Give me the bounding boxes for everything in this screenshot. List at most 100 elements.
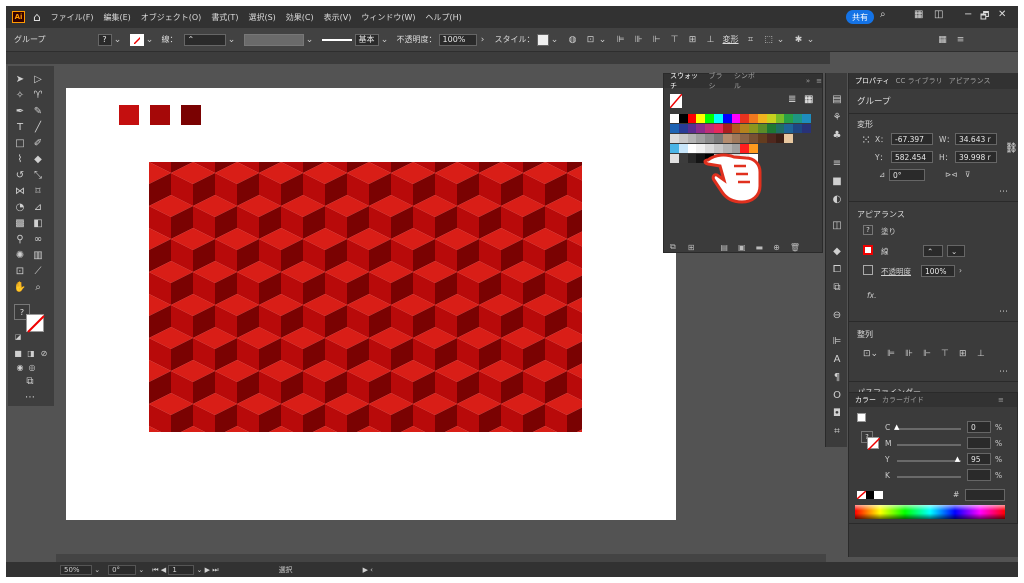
recolor-icon[interactable]: ◍ [567,34,579,46]
swatch-cell[interactable] [784,124,794,133]
opacity-input[interactable]: 100% › [438,33,489,46]
swatch-cell[interactable] [740,124,750,133]
align-to-icon[interactable]: ⊡⌄ [585,34,609,46]
image-trace-icon[interactable]: ◫ [831,219,843,231]
swatch-cell[interactable] [793,124,803,133]
rotation-dropdown[interactable]: 0° ⌄ [108,564,144,575]
swatch-cell[interactable] [731,114,741,123]
blend-tool-icon[interactable]: ∞ [30,232,46,246]
stroke-weight-input[interactable]: ⌃ ⌄ [183,33,238,46]
hand-tool-icon[interactable]: ✋ [12,280,28,294]
panel-menu-icon[interactable]: ≡ [955,34,967,46]
magic-wand-tool-icon[interactable]: ✧ [12,88,28,102]
channel-slider[interactable] [897,460,961,462]
swatch-cell[interactable] [687,144,697,153]
shape-builder-tool-icon[interactable]: ◔ [12,200,28,214]
share-button[interactable]: 共有 [846,10,874,24]
mesh-tool-icon[interactable]: ▩ [12,216,28,230]
align-panel-icon[interactable]: ⊫ [831,335,843,347]
h-input[interactable]: 39.998 r [955,151,997,163]
swatch-cell[interactable] [670,124,679,133]
opacity-input[interactable]: 100% [921,265,955,277]
swatch-fill-stroke-icon[interactable] [669,93,683,109]
swatch-cell[interactable] [670,144,679,153]
align-center-icon[interactable]: ⊪ [633,34,645,46]
swatch-cell[interactable] [775,124,785,133]
reference-point-icon[interactable]: ⁙ [861,133,871,147]
stroke-weight-stepper[interactable]: ⌃ [923,245,943,257]
opacity-chevron-icon[interactable]: › [959,266,962,275]
swatch-cell[interactable] [766,124,776,133]
panel-menu-icon[interactable]: ≡ [998,396,1004,404]
swatch-cell[interactable] [687,124,697,133]
line-tool-icon[interactable]: ╱ [30,120,46,134]
menu-file[interactable]: ファイル(F) [51,12,94,23]
more-options-icon[interactable]: ⋯ [999,367,1008,377]
swatch-cell[interactable] [722,124,732,133]
swatch-cell[interactable] [670,154,679,163]
stroke-weight-dropdown[interactable]: ⌄ [947,245,965,257]
stroke-color-icon[interactable] [26,314,45,333]
none-mode-icon[interactable]: ⊘ [36,346,52,360]
swatch-cell[interactable] [775,134,785,143]
swatch-cell[interactable] [696,124,706,133]
constrain-proportions-icon[interactable]: ⛓ [1005,143,1018,154]
isolate-icon[interactable]: ⌗ [745,34,757,46]
tab-brushes[interactable]: ブラシ [708,71,727,91]
asset-export-icon[interactable]: ⧉ [831,281,843,293]
tab-swatches[interactable]: スウォッチ [670,71,702,91]
draw-behind-icon[interactable]: ◎ [24,360,40,374]
y-input[interactable]: 582.454 [891,151,933,163]
align-top-icon[interactable]: ⊤ [669,34,681,46]
gradient-tool-icon[interactable]: ◧ [30,216,46,230]
swatch-cell[interactable] [714,134,723,143]
cube-pattern[interactable] [149,162,582,432]
arrange-icon[interactable]: ▦ [937,34,949,46]
swatch-cell[interactable] [687,134,697,143]
color-spectrum[interactable] [855,505,1005,519]
channel-value[interactable] [967,437,991,449]
swatch-cell[interactable] [678,134,688,143]
brushes-icon[interactable]: ⚘ [831,111,843,123]
default-colors-icon[interactable]: ◪ [10,330,26,344]
channel-slider-thumb[interactable]: ▲ [894,423,899,431]
slice-tool-icon[interactable]: ⟋ [30,264,46,278]
screen-mode-icon[interactable]: ⧉ [22,374,38,388]
new-swatch-icon[interactable]: ⊕ [773,243,780,252]
channel-slider[interactable] [897,444,961,446]
swatch-cell[interactable] [670,134,679,143]
list-view-icon[interactable]: ≣ [788,94,796,105]
channel-value[interactable]: 95 [967,453,991,465]
swatch-cell[interactable] [670,114,679,123]
restore-button[interactable]: 🗗 [980,9,989,26]
eraser-tool-icon[interactable]: ◆ [30,152,46,166]
paintbrush-tool-icon[interactable]: ✐ [30,136,46,150]
swatch-libraries-icon[interactable]: ⧉ [670,242,676,252]
swatch-cell[interactable] [802,114,811,123]
new-folder-icon[interactable]: ▬ [756,243,764,252]
horizontal-scrollbar[interactable] [56,554,826,562]
rotate-tool-icon[interactable]: ↺ [12,168,28,182]
transform-panel-icon[interactable]: ⌗ [831,425,843,437]
color-group-icon[interactable]: ▣ [738,243,746,252]
swatch-cell[interactable] [802,124,811,133]
lasso-tool-icon[interactable]: ♈ [30,88,46,102]
swatch-cell[interactable] [784,134,794,143]
more-options-icon[interactable]: ⋯ [999,307,1008,317]
shaper-tool-icon[interactable]: ⌇ [12,152,28,166]
tab-color-guide[interactable]: カラーガイド [882,395,924,405]
minimize-button[interactable]: − [964,9,972,20]
swatch-cell[interactable] [758,124,767,133]
eyedropper-tool-icon[interactable]: ⚲ [12,232,28,246]
selection-tool-icon[interactable]: ➤ [12,72,28,86]
swatch-cell[interactable] [793,114,803,123]
direct-selection-tool-icon[interactable]: ▷ [30,72,46,86]
pen-tool-icon[interactable]: ✒ [12,104,28,118]
collapse-icon[interactable]: » [806,77,810,85]
warp-icon[interactable]: ⬚ ⌄ [763,34,787,46]
show-kinds-icon[interactable]: ⊞ [688,243,695,252]
tab-symbols[interactable]: シンボル [734,71,760,91]
artboard-tool-icon[interactable]: ⊡ [12,264,28,278]
gradient-panel-icon[interactable]: ■ [831,175,843,187]
search-icon[interactable]: ⌕ [880,9,886,20]
